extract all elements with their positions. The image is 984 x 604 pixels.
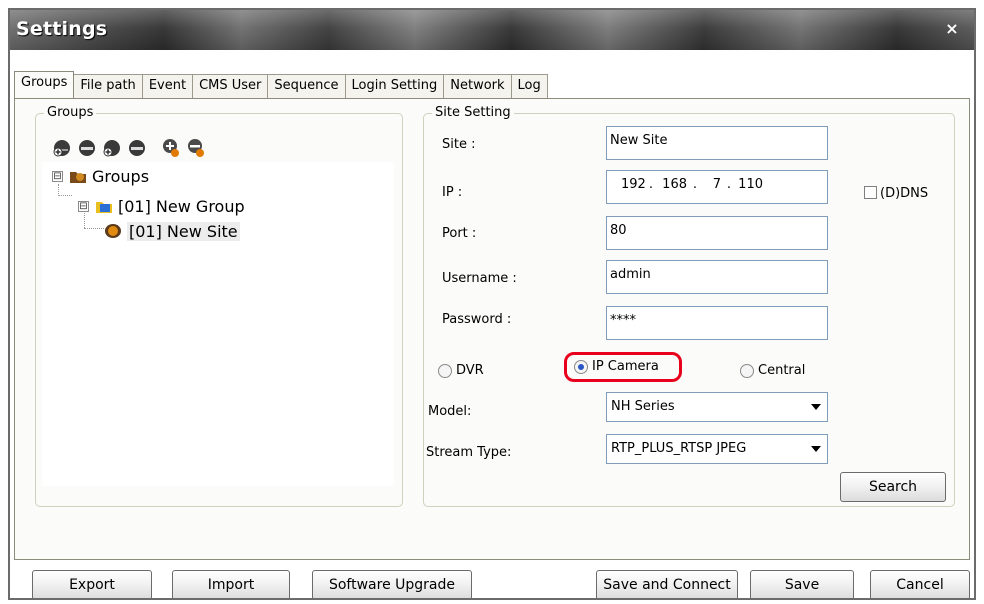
- site-icon: [104, 223, 122, 239]
- ip-camera-radio[interactable]: [574, 360, 588, 374]
- ip-octet-4: 110: [738, 177, 763, 192]
- title-bar[interactable]: Settings ×: [10, 10, 974, 50]
- collapse-icon[interactable]: ⊟: [78, 200, 89, 212]
- tree-node-site-label: [01] New Site: [127, 221, 240, 241]
- add-group-icon[interactable]: [52, 138, 72, 158]
- folder-icon: [69, 168, 87, 184]
- password-label: Password :: [442, 312, 512, 327]
- dropdown-arrow-icon: [811, 404, 821, 410]
- settings-window: Settings × Groups File path Event CMS Us…: [8, 8, 976, 600]
- tab-event[interactable]: Event: [141, 74, 194, 98]
- dialog-body: Groups File path Event CMS User Sequence…: [10, 50, 974, 598]
- site-input[interactable]: New Site: [606, 126, 828, 160]
- ip-octet-3: 7: [712, 177, 721, 192]
- model-label: Model:: [428, 404, 472, 419]
- tab-cms-user[interactable]: CMS User: [192, 74, 269, 98]
- export-site-icon[interactable]: [186, 138, 206, 158]
- ip-octet-1: 192: [621, 177, 646, 192]
- site-label: Site :: [442, 137, 476, 152]
- close-button[interactable]: ×: [942, 20, 962, 38]
- software-upgrade-button[interactable]: Software Upgrade: [312, 570, 472, 598]
- collapse-icon[interactable]: ⊟: [52, 170, 63, 182]
- model-value: NH Series: [611, 399, 675, 414]
- remove-site-icon[interactable]: [127, 138, 147, 158]
- tree-node-groups[interactable]: ⊟ Groups: [52, 165, 149, 187]
- ddns-checkbox[interactable]: [864, 186, 877, 199]
- dvr-radio[interactable]: [438, 364, 452, 378]
- tab-groups[interactable]: Groups: [14, 71, 75, 98]
- tree-node-group-label: [01] New Group: [118, 196, 245, 216]
- cancel-button[interactable]: Cancel: [870, 570, 970, 598]
- ddns-label: (D)DNS: [880, 186, 929, 201]
- add-site-icon[interactable]: [102, 138, 122, 158]
- import-button[interactable]: Import: [172, 570, 290, 598]
- tab-strip: Groups File path Event CMS User Sequence…: [14, 71, 548, 98]
- central-radio[interactable]: [740, 364, 754, 378]
- tab-file-path[interactable]: File path: [73, 74, 143, 98]
- import-site-icon[interactable]: [161, 138, 181, 158]
- ip-label: IP :: [442, 185, 463, 200]
- remove-group-icon[interactable]: [77, 138, 97, 158]
- password-input[interactable]: ****: [606, 306, 828, 340]
- export-button[interactable]: Export: [32, 570, 152, 598]
- site-setting-groupbox: Site Setting Site : New Site IP : 192 . …: [423, 105, 955, 507]
- window-title: Settings: [16, 18, 108, 40]
- groups-legend: Groups: [44, 105, 97, 121]
- username-input[interactable]: admin: [606, 260, 828, 294]
- ip-separator: .: [648, 177, 654, 192]
- stream-type-label: Stream Type:: [426, 445, 512, 460]
- site-setting-legend: Site Setting: [432, 105, 514, 121]
- tab-log[interactable]: Log: [510, 74, 548, 98]
- tab-sequence[interactable]: Sequence: [267, 74, 346, 98]
- ip-input[interactable]: 192 . 168 . 7 . 110: [606, 170, 828, 204]
- group-tree[interactable]: ⊟ Groups ⊟ [01] New Group [01] New Site: [42, 162, 394, 486]
- model-select[interactable]: NH Series: [606, 392, 828, 422]
- groups-groupbox: Groups ⊟ Groups ⊟ [01] New Group [01] Ne…: [35, 105, 403, 507]
- tab-login-setting[interactable]: Login Setting: [344, 74, 445, 98]
- stream-type-value: RTP_PLUS_RTSP JPEG: [611, 441, 747, 456]
- ip-separator: .: [692, 177, 698, 192]
- ip-octet-2: 168: [662, 177, 687, 192]
- tree-node-new-site[interactable]: [01] New Site: [104, 220, 240, 242]
- stream-type-select[interactable]: RTP_PLUS_RTSP JPEG: [606, 434, 828, 464]
- port-input[interactable]: 80: [606, 216, 828, 250]
- groups-toolbar: [52, 138, 211, 158]
- ip-camera-label: IP Camera: [592, 359, 659, 374]
- ip-separator: .: [726, 177, 732, 192]
- group-icon: [95, 198, 113, 214]
- dropdown-arrow-icon: [811, 446, 821, 452]
- tree-node-new-group[interactable]: ⊟ [01] New Group: [78, 195, 245, 217]
- groups-tab-panel: Groups ⊟ Groups ⊟ [01] New Group [01] Ne…: [14, 98, 970, 560]
- tab-network[interactable]: Network: [443, 74, 512, 98]
- tree-node-groups-label: Groups: [92, 166, 150, 186]
- save-and-connect-button[interactable]: Save and Connect: [596, 570, 738, 598]
- save-button[interactable]: Save: [750, 570, 854, 598]
- dvr-label: DVR: [456, 363, 484, 378]
- central-label: Central: [758, 363, 806, 378]
- username-label: Username :: [442, 271, 517, 286]
- port-label: Port :: [442, 226, 477, 241]
- search-button[interactable]: Search: [840, 472, 946, 502]
